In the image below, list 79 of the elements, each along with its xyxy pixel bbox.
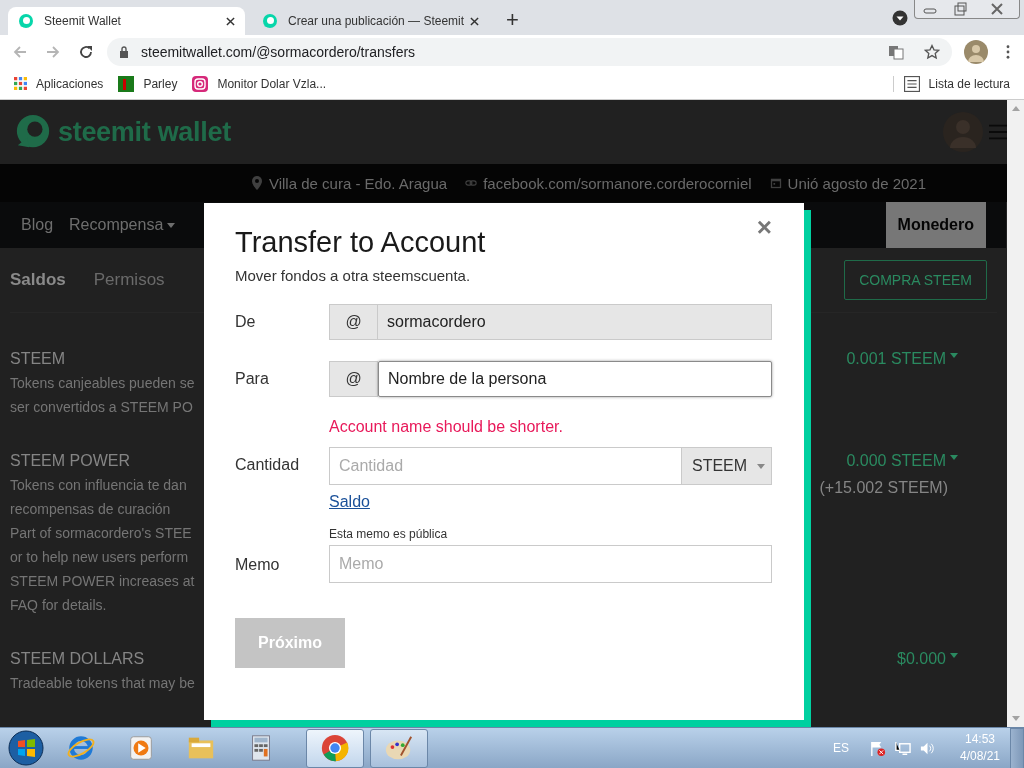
flag-alert-icon[interactable] — [868, 739, 886, 757]
dialog-subtitle: Mover fondos a otra steemscuenta. — [235, 267, 472, 284]
show-desktop-button[interactable] — [1010, 727, 1024, 768]
nav-tab[interactable]: Recompensa — [69, 201, 176, 248]
profile-info: facebook.com/sormanore.corderocorniel — [483, 174, 752, 192]
balance-amount: (+15.002 STEEM) — [819, 478, 948, 498]
network-icon[interactable] — [893, 739, 911, 757]
field-label: Memo — [235, 556, 281, 574]
steemit-wallet-logo[interactable]: steemit wallet — [14, 113, 231, 152]
section-tab[interactable]: Saldos — [10, 269, 66, 290]
nav-tab[interactable]: Blog — [21, 201, 54, 248]
calendar-icon — [769, 176, 782, 190]
memo-note: Esta memo es pública — [329, 527, 449, 541]
back-icon[interactable] — [12, 43, 28, 60]
balance-description: ser convertidos a STEEM PO — [10, 398, 194, 417]
scroll-up-icon[interactable] — [1011, 106, 1020, 111]
internet-icon[interactable] — [66, 733, 96, 763]
bookmark[interactable]: Parley — [118, 75, 178, 92]
dialog-title: Transfer to Account — [235, 225, 486, 259]
close-button[interactable]: × — [756, 213, 772, 241]
balance-title: STEEM POWER — [10, 451, 131, 471]
favicon-icon — [118, 75, 135, 92]
balance-link[interactable]: Saldo — [329, 493, 370, 511]
balance-title: STEEM DOLLARS — [10, 649, 146, 669]
close-icon[interactable] — [226, 16, 235, 26]
star-icon[interactable] — [924, 43, 940, 60]
close-icon[interactable] — [470, 16, 479, 26]
field-label: De — [235, 313, 257, 331]
taskbar-button[interactable] — [370, 728, 428, 768]
menu-icon[interactable] — [1006, 44, 1010, 59]
amount-field[interactable]: Cantidad — [329, 447, 682, 485]
nav-tab[interactable]: Monedero — [885, 201, 986, 248]
steemit-logo-icon — [262, 13, 278, 29]
steemit-logo-icon — [18, 13, 34, 29]
buy-steem-button[interactable]: COMPRA STEEM — [844, 259, 987, 300]
scroll-down-icon[interactable] — [1011, 716, 1020, 721]
balance-description: FAQ for details. — [10, 596, 108, 615]
balance-description: Tradeable tokens that may be — [10, 674, 196, 693]
reading-list-button[interactable]: Lista de lectura — [892, 75, 1010, 92]
taskbar-button[interactable] — [306, 728, 364, 768]
browser-icon — [320, 733, 350, 763]
browser-tab[interactable]: Crear una publicación — Steemit — [252, 7, 489, 35]
tab-search-icon[interactable] — [892, 10, 908, 26]
lock-icon — [119, 45, 129, 58]
apps-grid-icon — [14, 77, 27, 90]
browser-tab[interactable]: Steemit Wallet — [8, 7, 245, 35]
bookmark[interactable]: Aplicaciones — [14, 76, 104, 91]
balance-description: recompensas de curación — [10, 500, 172, 519]
balance-description: Tokens canjeables pueden se — [10, 374, 196, 393]
scrollbar[interactable] — [1007, 100, 1024, 727]
memo-field[interactable]: Memo — [329, 545, 772, 583]
field-label: Cantidad — [235, 456, 301, 474]
address-bar[interactable]: steemitwallet.com/@sormacordero/transfers — [107, 37, 952, 66]
balance-dropdown[interactable]: 0.000 STEEM — [846, 451, 958, 471]
new-tab-button[interactable]: + — [506, 8, 519, 32]
list-icon — [903, 75, 920, 92]
to-field[interactable]: Nombre de la persona — [378, 361, 772, 397]
section-tab[interactable]: Permisos — [93, 269, 165, 290]
bookmark[interactable]: Monitor Dolar Vzla... — [192, 75, 327, 92]
location-pin-icon — [250, 176, 263, 190]
balance-description: Part of sormacordero's STEE — [10, 524, 193, 543]
reload-icon[interactable] — [78, 43, 94, 60]
profile-info: Villa de cura - Edo. Aragua — [268, 174, 448, 192]
balance-dropdown[interactable]: $0.000 — [897, 649, 958, 669]
field-label: Para — [235, 370, 270, 388]
asset-select[interactable]: STEEM — [682, 447, 772, 485]
balance-title: STEEM — [10, 349, 67, 369]
at-prefix: @ — [329, 304, 378, 340]
profile-info: Unió agosto de 2021 — [787, 174, 927, 192]
forward-icon[interactable] — [45, 43, 61, 60]
error-message: Account name should be shorter. — [329, 418, 564, 436]
balance-description: or to help new users perform — [10, 548, 190, 567]
at-prefix: @ — [329, 361, 378, 397]
camera-icon — [192, 75, 209, 92]
avatar-icon[interactable] — [964, 39, 988, 64]
balance-description: STEEM POWER increases at — [10, 572, 196, 591]
start-button[interactable] — [8, 730, 44, 766]
balance-dropdown[interactable]: 0.001 STEEM — [846, 349, 958, 369]
balance-description: Tokens con influencia te dan — [10, 476, 188, 495]
